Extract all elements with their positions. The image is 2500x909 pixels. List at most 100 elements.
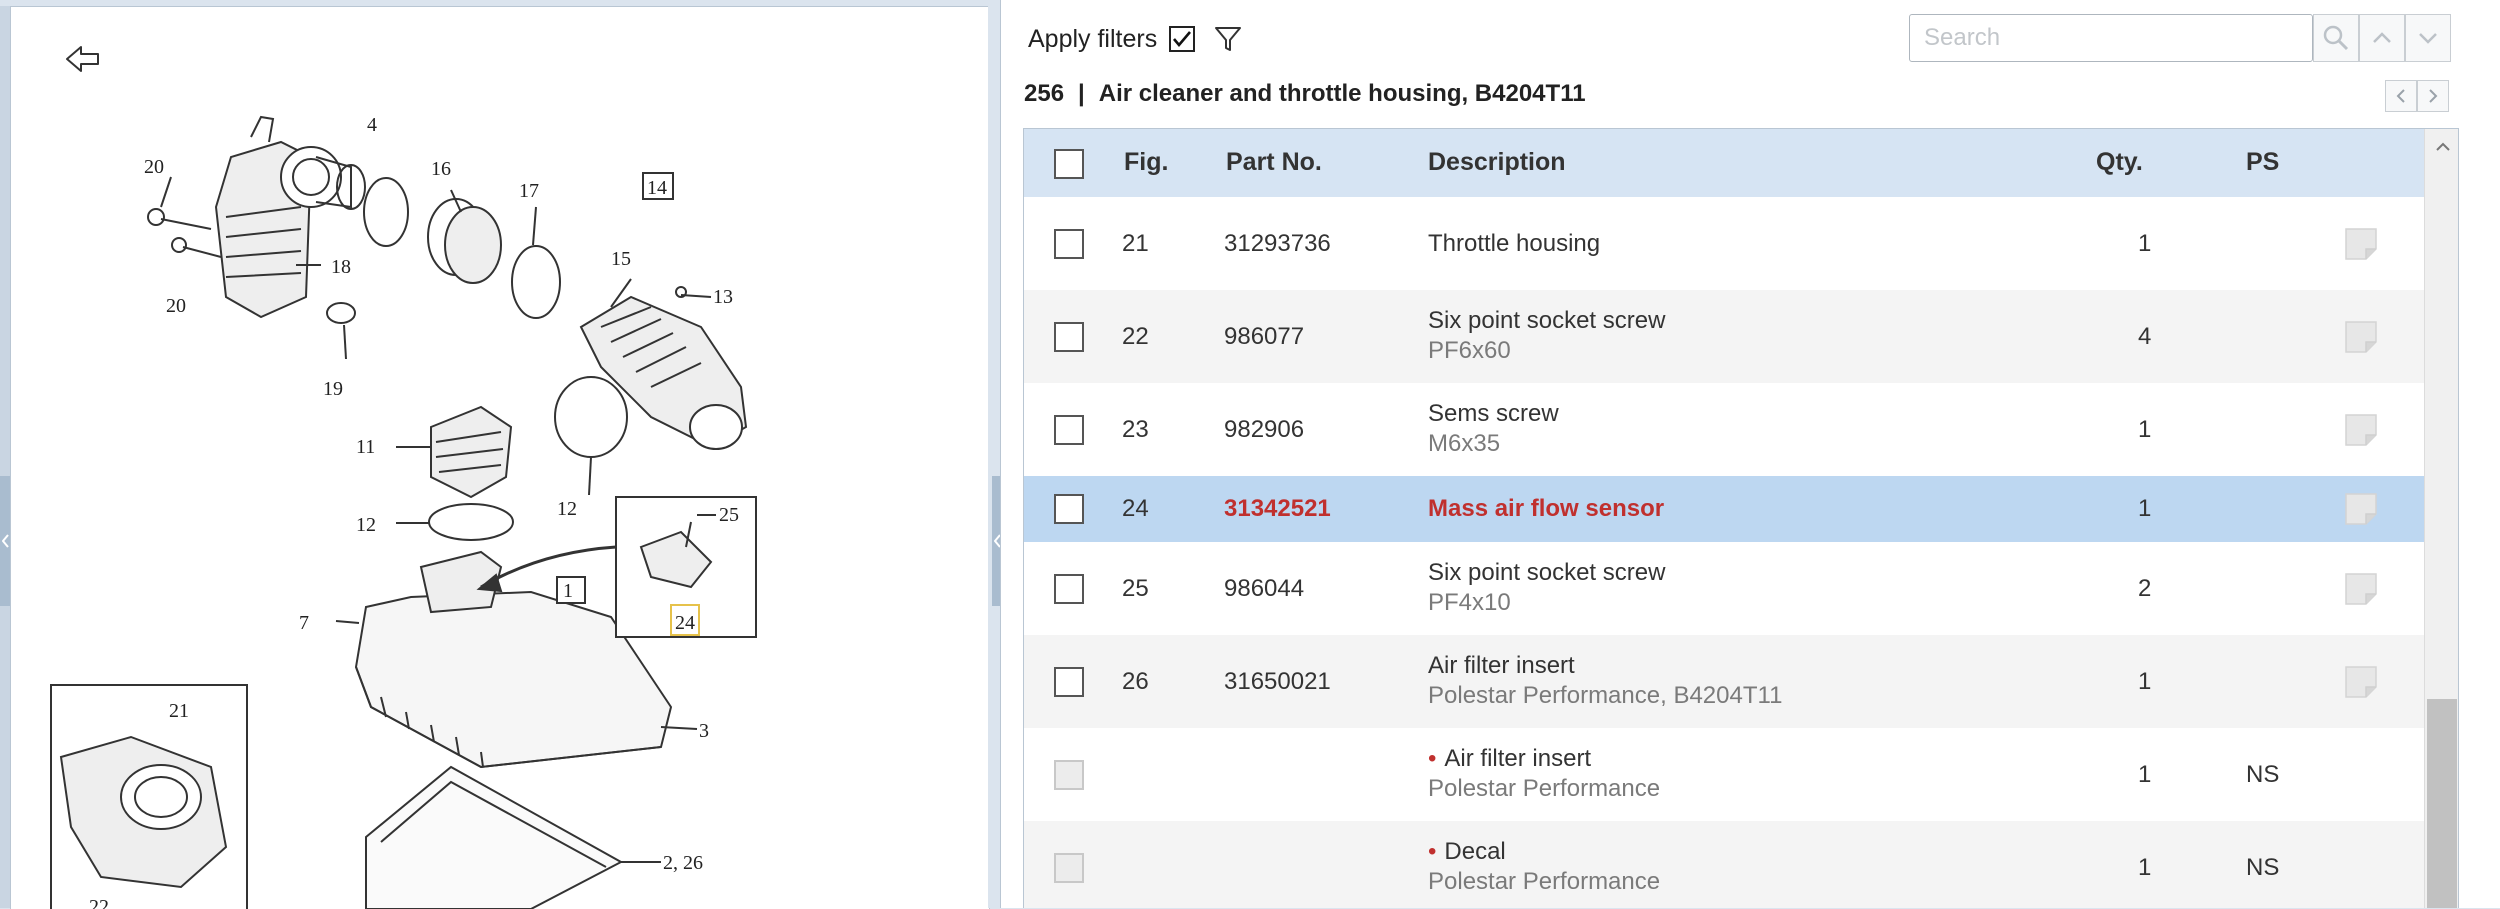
row-fig: 21	[1122, 230, 1149, 257]
table-header: Fig. Part No. Description Qty. PS	[1024, 129, 2424, 197]
diagram-label: 21	[169, 700, 189, 722]
diagram-label: 7	[299, 612, 309, 634]
row-description-text: Six point socket screw	[1428, 307, 1666, 334]
diagram-label: 11	[356, 436, 375, 458]
row-fig: 23	[1122, 416, 1149, 443]
scroll-thumb[interactable]	[2427, 699, 2457, 908]
header-ps[interactable]: PS	[2246, 148, 2279, 177]
row-part-no[interactable]: 986044	[1224, 575, 1304, 603]
row-note-button[interactable]	[2344, 413, 2378, 447]
table-row[interactable]: • Air filter insert Polestar Performance 1 N…	[1024, 728, 2424, 821]
exploded-parts-diagram: 20 20 18 19 16 17 14 15 13 11 12 12 25 1…	[50, 114, 757, 909]
row-description-text: Mass air flow sensor	[1428, 495, 1665, 522]
row-part-no[interactable]: 31650021	[1224, 668, 1331, 696]
row-part-no[interactable]: 986077	[1224, 323, 1304, 351]
previous-section-button[interactable]	[2385, 80, 2417, 112]
table-row[interactable]: 26 31650021 Air filter insert Polestar Perf…	[1024, 635, 2424, 728]
diagram-label: 20	[144, 156, 164, 178]
row-fig: 22	[1122, 323, 1149, 350]
diagram-label: 1	[563, 580, 573, 602]
row-description-text: Air filter insert	[1428, 652, 1575, 679]
table-row[interactable]: 21 31293736 Throttle housing 1	[1024, 197, 2424, 290]
row-checkbox	[1054, 760, 1084, 790]
row-description-sub: PF4x10	[1428, 589, 1511, 616]
parts-table: Fig. Part No. Description Qty. PS 21 3129…	[1023, 128, 2459, 908]
row-checkbox[interactable]	[1054, 494, 1084, 524]
row-note-button[interactable]	[2344, 572, 2378, 606]
table-row[interactable]: 23 982906 Sems screw M6x35 1	[1024, 383, 2424, 476]
note-icon	[2345, 493, 2377, 525]
row-part-no[interactable]: 31293736	[1224, 230, 1331, 258]
row-part-no[interactable]: 31342521	[1224, 495, 1331, 523]
row-description-sub: Polestar Performance	[1428, 868, 1661, 895]
row-description-main: Throttle housing	[1428, 230, 1600, 258]
previous-match-button[interactable]	[2359, 14, 2405, 62]
header-description[interactable]: Description	[1428, 148, 1566, 177]
row-fig: 25	[1122, 575, 1149, 602]
row-description: Sems screw M6x35	[1428, 400, 1559, 458]
diagram-label: 25	[719, 504, 739, 526]
table-row[interactable]: 25 986044 Six point socket screw PF4x10 2	[1024, 542, 2424, 635]
row-checkbox	[1054, 853, 1084, 883]
row-checkbox[interactable]	[1054, 415, 1084, 445]
row-description: Air filter insert Polestar Performance, B…	[1428, 652, 1782, 710]
select-all-checkbox[interactable]	[1054, 149, 1084, 179]
section-title: 256 | Air cleaner and throttle housing, B4…	[1024, 80, 1586, 108]
header-fig[interactable]: Fig.	[1124, 148, 1168, 177]
row-description-main: • Air filter insert	[1428, 745, 1660, 773]
header-part-no[interactable]: Part No.	[1226, 148, 1322, 177]
bullet-icon: •	[1428, 838, 1437, 865]
row-ps: NS	[2246, 761, 2280, 788]
note-icon	[2345, 573, 2377, 605]
checkmark-icon	[1173, 31, 1192, 48]
diagram-label: 16	[431, 158, 451, 180]
chevron-left-icon	[2, 534, 9, 548]
row-part-no[interactable]: 982906	[1224, 416, 1304, 444]
header-qty[interactable]: Qty.	[2096, 148, 2143, 177]
row-description: Six point socket screw PF4x10	[1428, 559, 1665, 617]
diagram-label: 22	[89, 896, 109, 909]
row-fig: 24	[1122, 495, 1149, 522]
row-description: Six point socket screw PF6x60	[1428, 307, 1665, 365]
row-note-button[interactable]	[2344, 227, 2378, 261]
note-icon	[2345, 228, 2377, 260]
next-match-button[interactable]	[2405, 14, 2451, 62]
diagram-label: 15	[611, 248, 631, 270]
diagram-label: 20	[166, 295, 186, 317]
row-checkbox[interactable]	[1054, 667, 1084, 697]
row-description-text: Decal	[1444, 838, 1506, 865]
row-note-button[interactable]	[2344, 320, 2378, 354]
diagram-label: 14	[647, 177, 667, 199]
row-qty: 2	[2138, 575, 2152, 602]
row-qty: 4	[2138, 323, 2152, 350]
row-note-button[interactable]	[2344, 665, 2378, 699]
row-description-text: Air filter insert	[1444, 745, 1592, 772]
table-row[interactable]: 24 31342521 Mass air flow sensor 1	[1024, 476, 2424, 542]
row-checkbox[interactable]	[1054, 574, 1084, 604]
next-section-button[interactable]	[2417, 80, 2449, 112]
row-checkbox[interactable]	[1054, 322, 1084, 352]
diagram-label: 17	[519, 180, 539, 202]
row-description-text: Six point socket screw	[1428, 559, 1666, 586]
chevron-left-icon	[2396, 89, 2405, 103]
row-note-button[interactable]	[2344, 492, 2378, 526]
search-input[interactable]	[1909, 14, 2313, 62]
table-scrollbar[interactable]	[2424, 129, 2458, 908]
row-checkbox[interactable]	[1054, 229, 1084, 259]
diagram-label: 12	[356, 514, 376, 536]
row-description-sub: Polestar Performance, B4204T11	[1428, 682, 1783, 709]
table-row[interactable]: 22 986077 Six point socket screw PF6x60 4	[1024, 290, 2424, 383]
row-description: Mass air flow sensor	[1428, 495, 1664, 523]
apply-filters-checkbox[interactable]	[1169, 26, 1196, 52]
filter-button[interactable]	[1213, 24, 1243, 54]
search-icon	[2323, 25, 2349, 51]
row-qty: 1	[2138, 761, 2152, 788]
search-button[interactable]	[2313, 14, 2359, 62]
filter-row: Apply filters	[1028, 24, 1243, 54]
chevron-up-icon	[2435, 142, 2450, 151]
diagram-label: 19	[323, 378, 343, 400]
scroll-up-button[interactable]	[2425, 129, 2458, 165]
row-ps: NS	[2246, 854, 2280, 881]
table-row[interactable]: • Decal Polestar Performance 1 NS	[1024, 821, 2424, 908]
row-description-main: Six point socket screw	[1428, 559, 1665, 587]
